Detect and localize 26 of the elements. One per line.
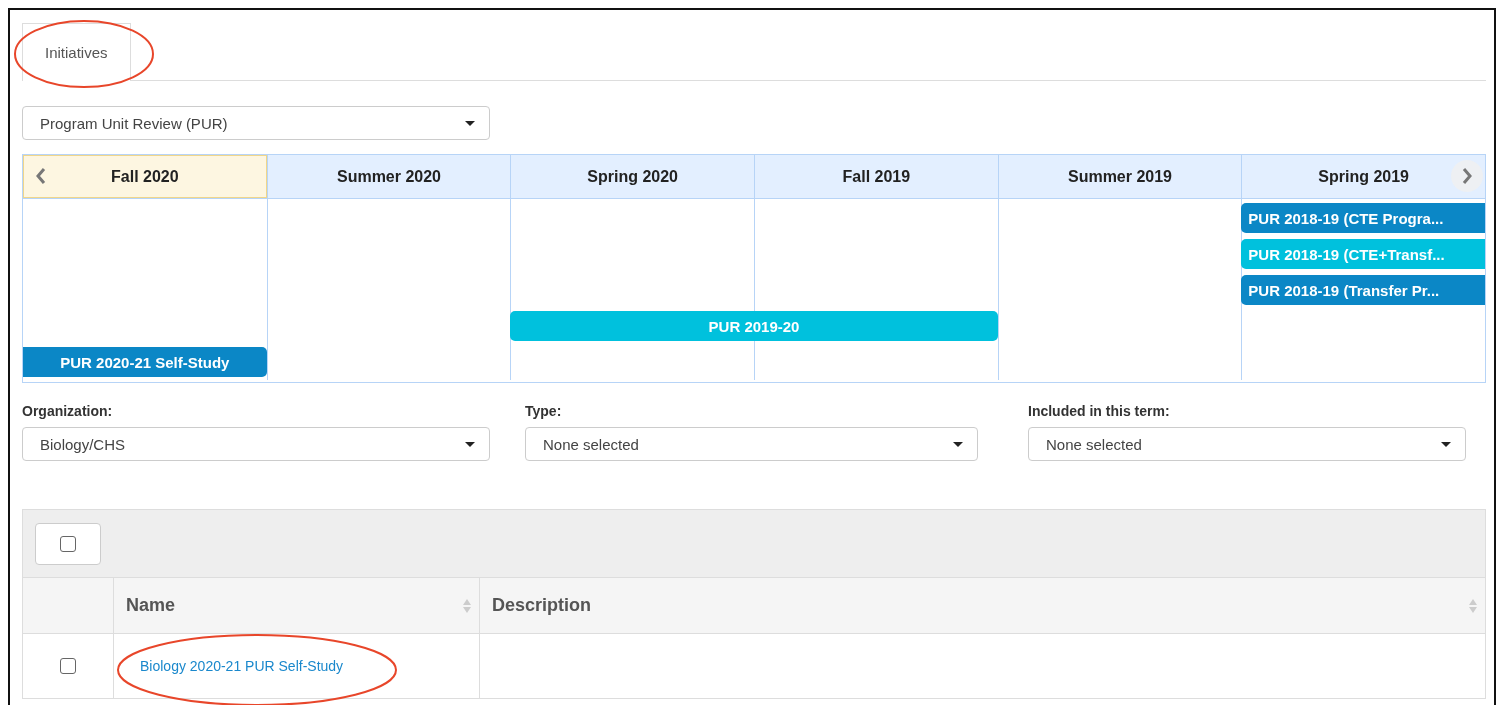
caret-icon xyxy=(465,120,475,126)
term-header[interactable]: Summer 2019 xyxy=(997,155,1242,198)
initiative-link[interactable]: Biology 2020-21 PUR Self-Study xyxy=(140,658,344,674)
event-bar[interactable]: PUR 2020-21 Self-Study xyxy=(23,347,267,377)
term-header[interactable]: Fall 2019 xyxy=(754,155,998,198)
filter-label: Type: xyxy=(525,403,563,419)
filter-dropdown[interactable]: Biology/CHS xyxy=(22,427,490,461)
event-bar[interactable]: PUR 2018-19 (Transfer Pr... xyxy=(1241,275,1485,305)
caret-icon xyxy=(465,441,475,447)
program-dropdown[interactable]: Program Unit Review (PUR) xyxy=(22,106,490,140)
tab[interactable]: Initiatives xyxy=(22,23,131,81)
term-header[interactable]: Spring 2020 xyxy=(510,155,754,198)
event-bar[interactable]: PUR 2018-19 (CTE Progra... xyxy=(1241,203,1485,233)
term-header[interactable]: Fall 2020 xyxy=(23,155,267,198)
filter-dropdown[interactable]: None selected xyxy=(525,427,978,461)
filter-dropdown[interactable]: None selected xyxy=(1028,427,1466,461)
checkbox[interactable] xyxy=(60,535,76,552)
term-header[interactable]: Summer 2020 xyxy=(266,155,511,198)
column-header[interactable]: Description xyxy=(480,578,1485,633)
term-header[interactable]: Spring 2019 xyxy=(1241,155,1485,198)
checkbox[interactable] xyxy=(60,658,76,674)
caret-icon xyxy=(1441,441,1451,447)
filter-label: Included in this term: xyxy=(1028,403,1171,419)
caret-icon xyxy=(953,441,963,447)
filter-label: Organization: xyxy=(22,403,114,419)
column-header[interactable]: Name xyxy=(114,578,480,633)
